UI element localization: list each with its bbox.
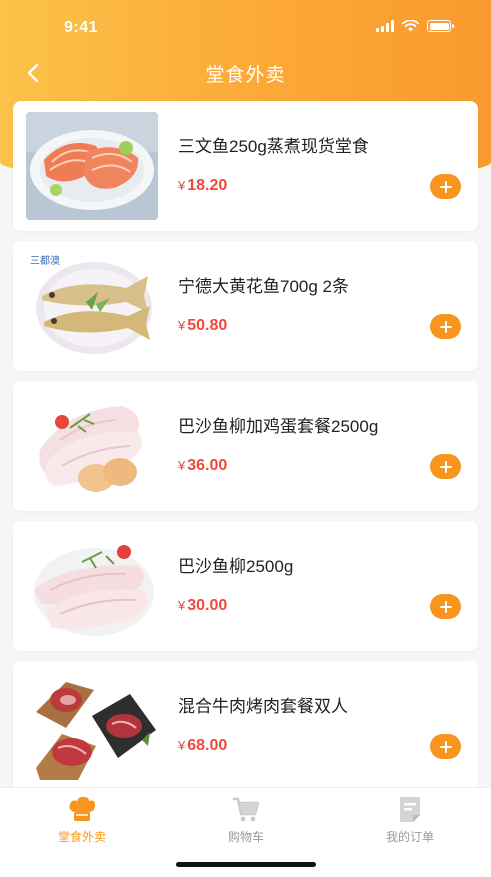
plus-icon [439,180,452,193]
product-price: ¥50.80 [178,317,227,335]
product-image-basa [26,532,158,640]
tab-label: 堂食外卖 [57,830,106,844]
product-image-basa-eggs [26,392,158,500]
add-to-cart-button[interactable] [430,314,461,339]
order-doc-icon [400,797,420,822]
product-price: ¥68.00 [178,737,227,755]
home-indicator [176,862,316,867]
plus-icon [439,320,452,333]
price-value: 68.00 [187,737,228,754]
battery-icon [427,20,454,32]
product-image-beef [26,672,158,780]
tab-cart[interactable]: 购物车 [186,794,306,845]
cart-icon [233,797,260,822]
currency-symbol: ¥ [178,598,186,613]
status-time: 9:41 [64,19,99,36]
product-image-salmon [26,112,158,220]
tab-label: 我的订单 [385,830,434,844]
tab-my-orders[interactable]: 我的订单 [350,794,470,845]
add-to-cart-button[interactable] [430,594,461,619]
add-to-cart-button[interactable] [430,734,461,759]
product-name: 巴沙鱼柳2500g [178,557,294,576]
price-value: 18.20 [187,177,228,194]
plus-icon [439,600,452,613]
chef-hat-icon [69,796,95,821]
product-price: ¥36.00 [178,457,227,475]
product-name: 宁德大黄花鱼700g 2条 [178,277,349,296]
product-name: 三文鱼250g蒸煮现货堂食 [178,137,369,156]
price-value: 30.00 [187,597,228,614]
add-to-cart-button[interactable] [430,174,461,199]
add-to-cart-button[interactable] [430,454,461,479]
plus-icon [439,740,452,753]
product-card[interactable]: 混合牛肉烤肉套餐双人 ¥68.00 [13,661,478,791]
tab-dine-in-takeout[interactable]: 堂食外卖 [22,794,142,845]
page-title: 堂食外卖 [205,65,286,86]
currency-symbol: ¥ [178,738,186,753]
status-bar: 9:41 [0,0,491,50]
product-list: 三文鱼250g蒸煮现货堂食 ¥18.20 三都澳 宁德大黄花鱼700g 2条 ¥… [13,101,478,801]
plus-icon [439,460,452,473]
product-price: ¥18.20 [178,177,227,195]
tab-label: 购物车 [227,830,264,844]
price-value: 50.80 [187,317,228,334]
currency-symbol: ¥ [178,178,186,193]
signal-icon [376,20,394,32]
product-card[interactable]: 巴沙鱼柳加鸡蛋套餐2500g ¥36.00 [13,381,478,511]
product-name: 混合牛肉烤肉套餐双人 [178,697,348,716]
product-name: 巴沙鱼柳加鸡蛋套餐2500g [178,417,379,436]
product-image-yellow-croaker: 三都澳 [26,252,158,360]
wifi-icon [402,20,419,32]
product-card[interactable]: 三文鱼250g蒸煮现货堂食 ¥18.20 [13,101,478,231]
product-card[interactable]: 巴沙鱼柳2500g ¥30.00 [13,521,478,651]
currency-symbol: ¥ [178,458,186,473]
price-value: 36.00 [187,457,228,474]
status-icons [376,20,454,32]
product-card[interactable]: 三都澳 宁德大黄花鱼700g 2条 ¥50.80 [13,241,478,371]
brand-badge: 三都澳 [30,254,60,267]
product-price: ¥30.00 [178,597,227,615]
nav-bar: 堂食外卖 [0,52,491,92]
currency-symbol: ¥ [178,318,186,333]
